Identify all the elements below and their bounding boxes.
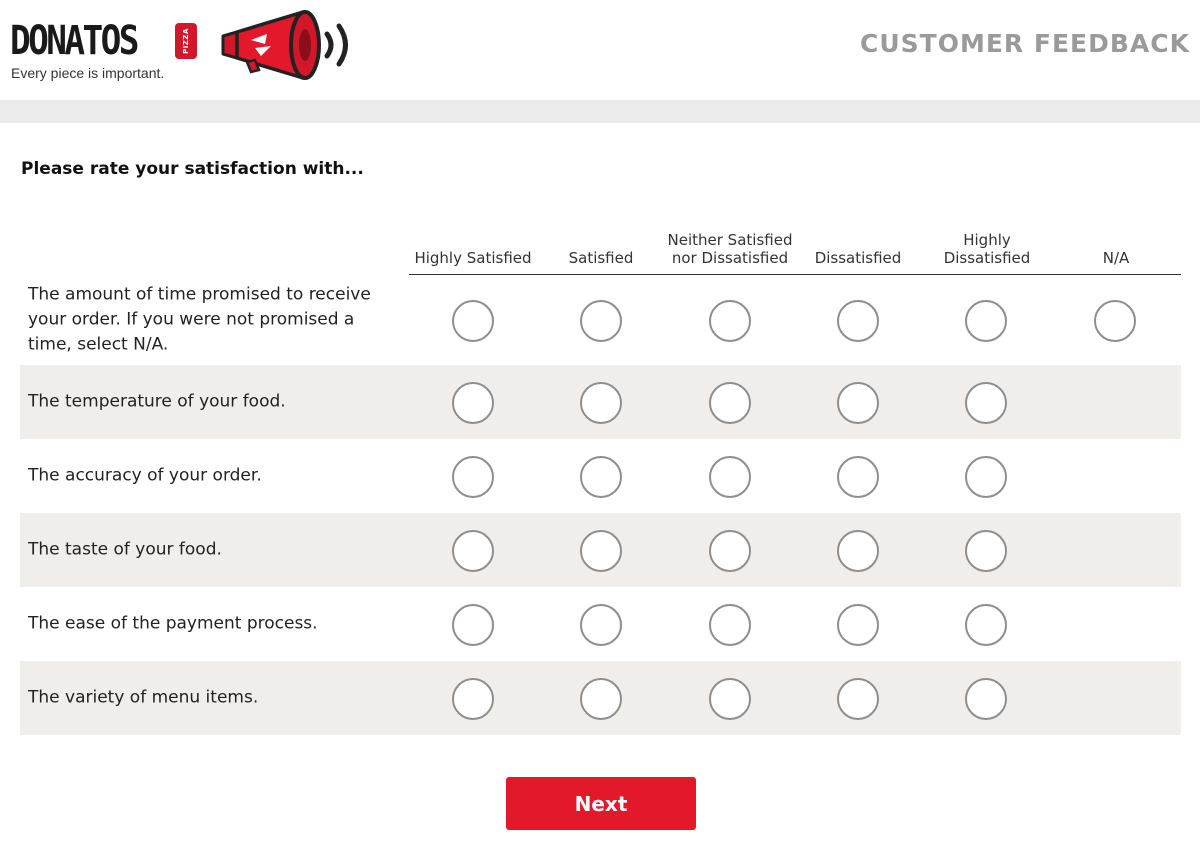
scale-label-dissatisfied: Dissatisfied bbox=[814, 249, 902, 267]
next-button[interactable]: Next bbox=[506, 777, 696, 830]
radio-neutral[interactable] bbox=[709, 678, 751, 720]
pizza-badge: PIZZA bbox=[175, 23, 197, 59]
radio-highly-satisfied[interactable] bbox=[452, 456, 494, 498]
header-divider-band bbox=[0, 100, 1200, 123]
radio-dissatisfied[interactable] bbox=[837, 300, 879, 342]
row-question-label: The variety of menu items. bbox=[28, 687, 259, 708]
page-header: DONATOS PIZZA Every piece is important. … bbox=[0, 0, 1200, 100]
radio-highly-dissatisfied[interactable] bbox=[965, 456, 1007, 498]
radio-neutral[interactable] bbox=[709, 604, 751, 646]
row-question-label: The accuracy of your order. bbox=[28, 465, 262, 486]
radio-highly-dissatisfied[interactable] bbox=[965, 530, 1007, 572]
logo-wordmark: DONATOS bbox=[10, 18, 139, 64]
matrix-row: The ease of the payment process. bbox=[20, 587, 1181, 661]
matrix-row: The variety of menu items. bbox=[20, 661, 1181, 735]
radio-satisfied[interactable] bbox=[580, 382, 622, 424]
radio-highly-dissatisfied[interactable] bbox=[965, 300, 1007, 342]
row-question-label: The amount of time promised to receive y… bbox=[28, 284, 371, 355]
radio-highly-satisfied[interactable] bbox=[452, 382, 494, 424]
radio-highly-satisfied[interactable] bbox=[452, 530, 494, 572]
row-question-label: The ease of the payment process. bbox=[28, 613, 318, 634]
matrix-row: The amount of time promised to receive y… bbox=[20, 275, 1181, 365]
radio-highly-dissatisfied[interactable] bbox=[965, 604, 1007, 646]
radio-highly-satisfied[interactable] bbox=[452, 678, 494, 720]
radio-satisfied[interactable] bbox=[580, 604, 622, 646]
page-title: CUSTOMER FEEDBACK bbox=[860, 29, 1190, 58]
radio-satisfied[interactable] bbox=[580, 530, 622, 572]
radio-dissatisfied[interactable] bbox=[837, 382, 879, 424]
question-prompt: Please rate your satisfaction with... bbox=[21, 159, 364, 179]
radio-highly-dissatisfied[interactable] bbox=[965, 678, 1007, 720]
radio-highly-dissatisfied[interactable] bbox=[965, 382, 1007, 424]
radio-dissatisfied[interactable] bbox=[837, 530, 879, 572]
matrix-row: The accuracy of your order. bbox=[20, 439, 1181, 513]
radio-satisfied[interactable] bbox=[580, 456, 622, 498]
radio-satisfied[interactable] bbox=[580, 678, 622, 720]
donatos-logo[interactable]: DONATOS PIZZA Every piece is important. bbox=[10, 14, 200, 84]
scale-label-highly-satisfied: Highly Satisfied bbox=[414, 249, 532, 267]
matrix-row: The taste of your food. bbox=[20, 513, 1181, 587]
scale-label-highly-dissatisfied: Highly Dissatisfied bbox=[943, 231, 1031, 267]
scale-label-satisfied: Satisfied bbox=[568, 249, 634, 267]
scale-header: Highly Satisfied Satisfied Neither Satis… bbox=[409, 200, 1181, 275]
megaphone-icon bbox=[221, 10, 348, 80]
radio-highly-satisfied[interactable] bbox=[452, 604, 494, 646]
row-question-label: The temperature of your food. bbox=[28, 391, 286, 412]
radio-highly-satisfied[interactable] bbox=[452, 300, 494, 342]
scale-label-neutral: Neither Satisfied nor Dissatisfied bbox=[667, 231, 793, 267]
pizza-badge-text: PIZZA bbox=[182, 28, 190, 54]
radio-dissatisfied[interactable] bbox=[837, 678, 879, 720]
radio-dissatisfied[interactable] bbox=[837, 456, 879, 498]
scale-label-na: N/A bbox=[1102, 249, 1130, 267]
radio-neutral[interactable] bbox=[709, 382, 751, 424]
radio-neutral[interactable] bbox=[709, 530, 751, 572]
radio-satisfied[interactable] bbox=[580, 300, 622, 342]
radio-neutral[interactable] bbox=[709, 300, 751, 342]
rating-matrix: The amount of time promised to receive y… bbox=[20, 275, 1181, 735]
logo-tagline: Every piece is important. bbox=[11, 65, 165, 81]
matrix-row: The temperature of your food. bbox=[20, 365, 1181, 439]
radio-neutral[interactable] bbox=[709, 456, 751, 498]
radio-dissatisfied[interactable] bbox=[837, 604, 879, 646]
radio-na[interactable] bbox=[1094, 300, 1136, 342]
row-question-label: The taste of your food. bbox=[28, 539, 222, 560]
